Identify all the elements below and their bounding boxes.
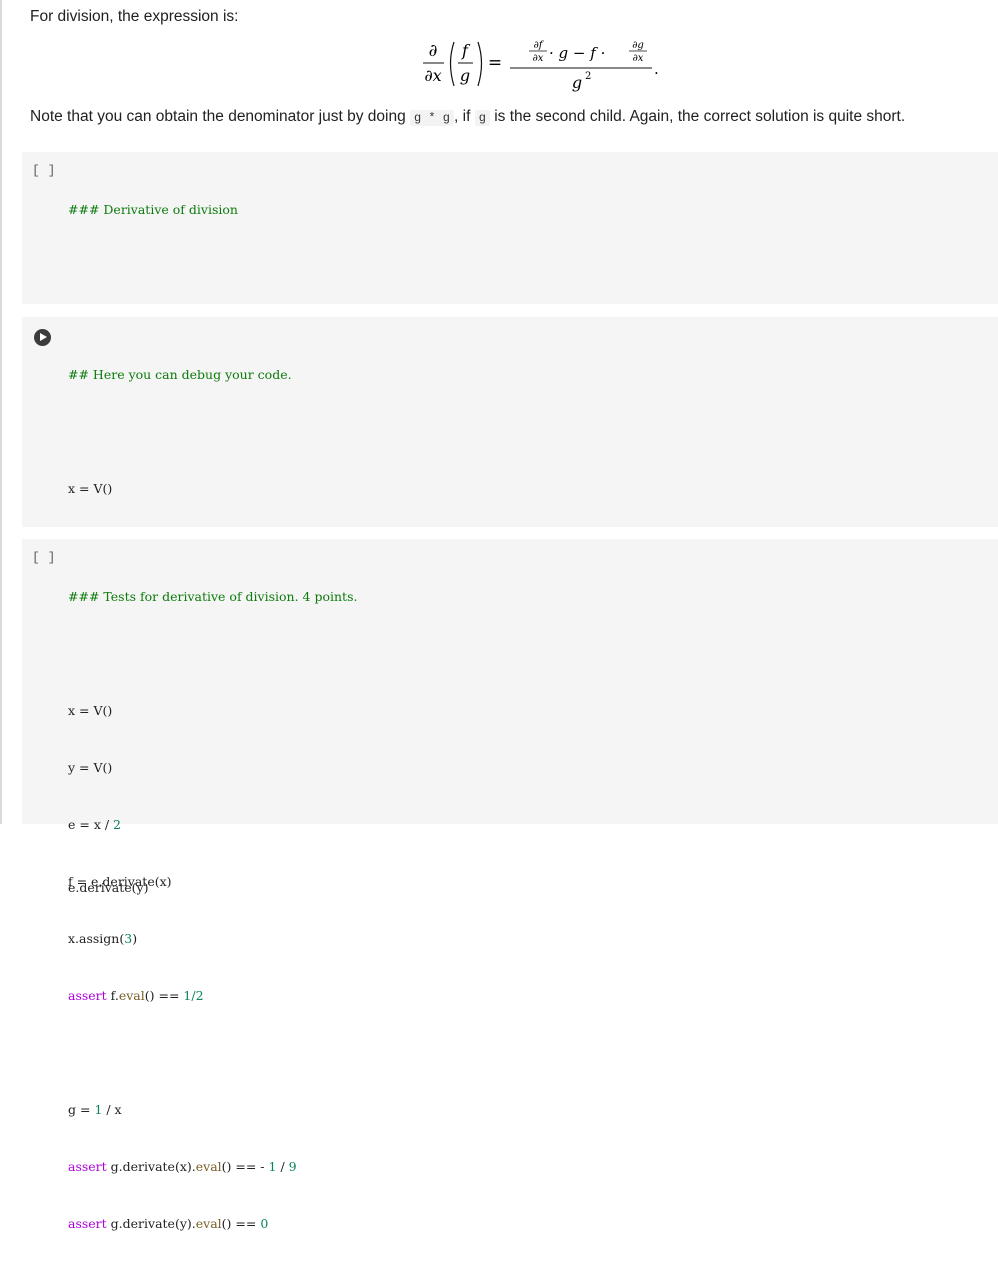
note-text-3: is the second child. Again, the correct … [489, 108, 906, 125]
code-cell-tests[interactable]: [ ] ### Tests for derivative of division… [22, 539, 998, 1231]
formula-partial: ∂ [429, 41, 438, 61]
formula-svg: ∂ ∂x f g = ∂f ∂x · g − f · ∂g ∂x g 2 . [423, 40, 659, 92]
code-line: ### Derivative of division [68, 202, 238, 217]
cell-execution-indicator[interactable]: [ ] [32, 550, 55, 565]
code-cell-debug[interactable]: ## Here you can debug your code. x = V()… [22, 317, 998, 895]
left-border [0, 0, 2, 824]
formula-period: . [654, 60, 659, 78]
formula-num-dx2: ∂x [633, 53, 644, 64]
markdown-intro: For division, the expression is: [30, 8, 239, 25]
note-text-2: , if [454, 108, 475, 125]
formula-num-dg: ∂g [632, 40, 644, 51]
run-cell-button[interactable] [34, 329, 51, 346]
markdown-note: Note that you can obtain the denominator… [30, 108, 905, 126]
code-line: y = V() [68, 760, 113, 775]
formula-den: g [572, 73, 582, 92]
code-cell-derivative-of-division[interactable]: [ ] ### Derivative of division def divid… [22, 152, 998, 502]
formula-num-dx: ∂x [533, 53, 544, 64]
code-line: ### Tests for derivative of division. 4 … [68, 589, 358, 604]
code-line: x = V() [68, 481, 113, 496]
formula-num-mid: · g − f · [549, 44, 605, 62]
note-text-1: Note that you can obtain the denominator… [30, 108, 410, 125]
formula-g: g [460, 66, 470, 85]
code-line: assert g.derivate(x).eval() == - 1 / 9 [68, 1159, 297, 1174]
code-line: e = x / 2 [68, 817, 121, 832]
code-line: x.assign(3) [68, 931, 138, 946]
formula-equals: = [488, 53, 502, 73]
code-line: g = 1 / x [68, 1102, 122, 1117]
note-code-g-times-g: g * g [410, 110, 455, 126]
note-code-g: g [474, 110, 490, 126]
code-editor[interactable]: ### Tests for derivative of division. 4 … [68, 549, 357, 1271]
formula-den-exp: 2 [585, 71, 591, 82]
code-line: x = V() [68, 703, 113, 718]
division-derivative-formula: ∂ ∂x f g = ∂f ∂x · g − f · ∂g ∂x g 2 . [423, 36, 663, 98]
formula-num-df: ∂f [534, 40, 545, 51]
code-line: assert g.derivate(y).eval() == 0 [68, 1216, 269, 1231]
formula-f: f [461, 41, 471, 60]
cell-execution-indicator[interactable]: [ ] [32, 163, 55, 178]
formula-dx: ∂x [424, 66, 441, 85]
code-line: f = e.derivate(x) [68, 874, 172, 889]
code-line: assert f.eval() == 1/2 [68, 988, 204, 1003]
code-line: ## Here you can debug your code. [68, 367, 292, 382]
